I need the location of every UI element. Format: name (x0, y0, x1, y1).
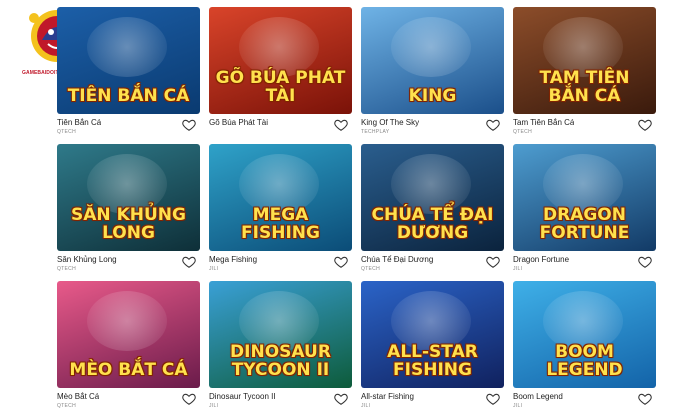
game-provider: QTECH (57, 403, 76, 409)
game-title-artwork: All-Star Fishing (387, 342, 478, 381)
game-title-artwork: KING (408, 86, 457, 107)
game-card[interactable]: KING King Of The Sky TECHPLAY (361, 7, 504, 144)
game-provider: QTECH (361, 266, 380, 272)
game-thumbnail[interactable]: GÕ BÚA PHÁT TÀI (209, 7, 352, 114)
game-provider: JILI (513, 266, 523, 272)
game-card[interactable]: Dinosaur Tycoon II Dinosaur Tycoon II JILI (209, 281, 352, 418)
game-thumbnail[interactable]: All-Star Fishing (361, 281, 504, 388)
game-title-artwork: SĂN KHỦNG LONG (71, 205, 186, 244)
game-thumbnail[interactable]: Mega Fishing (209, 144, 352, 251)
game-thumbnail[interactable]: TIÊN BẮN CÁ (57, 7, 200, 114)
game-thumbnail[interactable]: CHÚA TỂ ĐẠI DƯƠNG (361, 144, 504, 251)
game-card[interactable]: GÕ BÚA PHÁT TÀI Gõ Búa Phát Tài (209, 7, 352, 144)
game-card[interactable]: MÈO BẮT CÁ Mèo Bắt Cá QTECH (57, 281, 200, 418)
favorite-heart-icon[interactable] (334, 255, 348, 269)
game-card[interactable]: TAM TIÊN BẮN CÁ Tam Tiên Bắn Cá QTECH (513, 7, 656, 144)
game-provider: JILI (209, 403, 219, 409)
favorite-heart-icon[interactable] (486, 118, 500, 132)
game-card[interactable]: SĂN KHỦNG LONG Săn Khủng Long QTECH (57, 144, 200, 281)
game-thumbnail[interactable]: Dinosaur Tycoon II (209, 281, 352, 388)
game-name[interactable]: Mega Fishing (209, 255, 257, 264)
game-title-artwork: TIÊN BẮN CÁ (67, 86, 190, 107)
game-provider: TECHPLAY (361, 129, 390, 135)
game-title-artwork: Boom Legend (546, 342, 623, 381)
game-thumbnail[interactable]: TAM TIÊN BẮN CÁ (513, 7, 656, 114)
game-name[interactable]: Chúa Tể Đại Dương (361, 255, 433, 264)
artwork-glow (391, 17, 471, 77)
game-grid: TIÊN BẮN CÁ Tiên Bắn Cá QTECH GÕ BÚA PHÁT T… (57, 7, 656, 418)
favorite-heart-icon[interactable] (182, 118, 196, 132)
favorite-heart-icon[interactable] (334, 118, 348, 132)
game-name[interactable]: Dragon Fortune (513, 255, 569, 264)
game-title-artwork: Dragon Fortune (539, 205, 630, 244)
game-provider: JILI (209, 266, 219, 272)
game-name[interactable]: Boom Legend (513, 392, 563, 401)
game-card[interactable]: All-Star Fishing All-star Fishing JILI (361, 281, 504, 418)
favorite-heart-icon[interactable] (638, 392, 652, 406)
game-card[interactable]: Mega Fishing Mega Fishing JILI (209, 144, 352, 281)
game-title-artwork: MÈO BẮT CÁ (69, 360, 188, 381)
game-title-artwork: TAM TIÊN BẮN CÁ (539, 68, 630, 107)
game-thumbnail[interactable]: SĂN KHỦNG LONG (57, 144, 200, 251)
game-name[interactable]: Gõ Búa Phát Tài (209, 118, 268, 127)
game-provider: QTECH (57, 266, 76, 272)
favorite-heart-icon[interactable] (638, 118, 652, 132)
game-thumbnail[interactable]: KING (361, 7, 504, 114)
game-thumbnail[interactable]: Boom Legend (513, 281, 656, 388)
game-title-artwork: Mega Fishing (241, 205, 320, 244)
artwork-glow (87, 291, 167, 351)
game-card[interactable]: Boom Legend Boom Legend JILI (513, 281, 656, 418)
game-provider: QTECH (57, 129, 76, 135)
game-provider: QTECH (513, 129, 532, 135)
game-card[interactable]: CHÚA TỂ ĐẠI DƯƠNG Chúa Tể Đại Dương QTECH (361, 144, 504, 281)
favorite-heart-icon[interactable] (486, 255, 500, 269)
game-name[interactable]: Dinosaur Tycoon II (209, 392, 276, 401)
favorite-heart-icon[interactable] (182, 392, 196, 406)
game-name[interactable]: All-star Fishing (361, 392, 414, 401)
game-title-artwork: CHÚA TỂ ĐẠI DƯƠNG (371, 205, 494, 244)
game-name[interactable]: Săn Khủng Long (57, 255, 117, 264)
game-provider: JILI (361, 403, 371, 409)
favorite-heart-icon[interactable] (486, 392, 500, 406)
game-name[interactable]: Mèo Bắt Cá (57, 392, 99, 401)
artwork-glow (87, 17, 167, 77)
game-card[interactable]: TIÊN BẮN CÁ Tiên Bắn Cá QTECH (57, 7, 200, 144)
favorite-heart-icon[interactable] (638, 255, 652, 269)
game-thumbnail[interactable]: Dragon Fortune (513, 144, 656, 251)
game-thumbnail[interactable]: MÈO BẮT CÁ (57, 281, 200, 388)
game-title-artwork: GÕ BÚA PHÁT TÀI (215, 68, 346, 107)
favorite-heart-icon[interactable] (182, 255, 196, 269)
game-title-artwork: Dinosaur Tycoon II (230, 342, 331, 381)
game-provider: JILI (513, 403, 523, 409)
game-name[interactable]: King Of The Sky (361, 118, 419, 127)
game-card[interactable]: Dragon Fortune Dragon Fortune JILI (513, 144, 656, 281)
favorite-heart-icon[interactable] (334, 392, 348, 406)
game-name[interactable]: Tiên Bắn Cá (57, 118, 101, 127)
game-name[interactable]: Tam Tiên Bắn Cá (513, 118, 574, 127)
